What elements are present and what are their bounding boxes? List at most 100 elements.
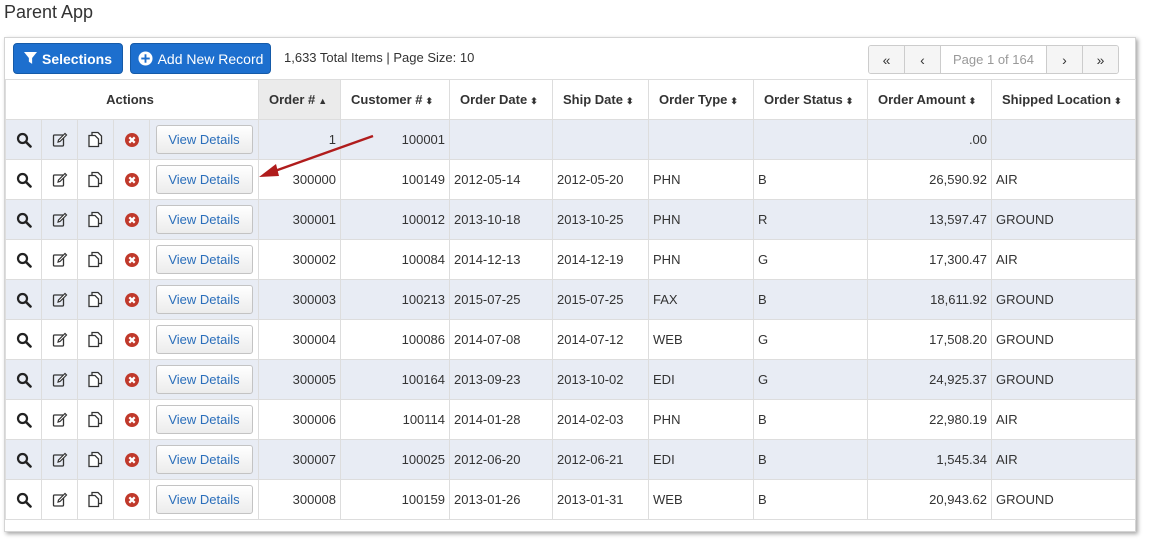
edit-icon[interactable] xyxy=(52,211,68,227)
view-details-button[interactable]: View Details xyxy=(155,325,253,354)
delete-action-cell[interactable] xyxy=(113,479,150,520)
view-details-button[interactable]: View Details xyxy=(155,205,253,234)
edit-icon[interactable] xyxy=(52,251,68,267)
copy-action-cell[interactable] xyxy=(77,239,114,280)
copy-icon[interactable] xyxy=(87,371,104,388)
copy-action-cell[interactable] xyxy=(77,319,114,360)
copy-action-cell[interactable] xyxy=(77,119,114,160)
column-header-customer-num[interactable]: Customer # ⬍ xyxy=(340,79,451,120)
delete-action-cell[interactable] xyxy=(113,279,150,320)
copy-action-cell[interactable] xyxy=(77,359,114,400)
edit-action-cell[interactable] xyxy=(41,439,78,480)
table-row[interactable]: View Details 300006 100114 2014-01-28 2014-0… xyxy=(5,399,1137,440)
column-header-order-status[interactable]: Order Status ⬍ xyxy=(753,79,869,120)
delete-icon[interactable] xyxy=(124,291,140,307)
search-icon[interactable] xyxy=(16,131,32,148)
delete-action-cell[interactable] xyxy=(113,239,150,280)
copy-icon[interactable] xyxy=(87,291,104,308)
delete-action-cell[interactable] xyxy=(113,119,150,160)
view-details-button[interactable]: View Details xyxy=(155,245,253,274)
search-icon[interactable] xyxy=(16,411,32,428)
table-row[interactable]: View Details 300003 100213 2015-07-25 2015-0… xyxy=(5,279,1137,320)
column-header-ship-date[interactable]: Ship Date ⬍ xyxy=(552,79,650,120)
search-action-cell[interactable] xyxy=(5,119,42,160)
table-row[interactable]: View Details 300002 100084 2014-12-13 2014-1… xyxy=(5,239,1137,280)
delete-action-cell[interactable] xyxy=(113,199,150,240)
table-row[interactable]: View Details 300001 100012 2013-10-18 2013-1… xyxy=(5,199,1137,240)
search-action-cell[interactable] xyxy=(5,279,42,320)
delete-icon[interactable] xyxy=(124,131,140,147)
table-row[interactable]: View Details 1 100001 .00 xyxy=(5,119,1137,160)
edit-icon[interactable] xyxy=(52,491,68,507)
edit-icon[interactable] xyxy=(52,131,68,147)
copy-icon[interactable] xyxy=(87,331,104,348)
page-info[interactable]: Page 1 of 164 xyxy=(941,46,1047,73)
delete-action-cell[interactable] xyxy=(113,319,150,360)
view-details-button[interactable]: View Details xyxy=(155,285,253,314)
search-action-cell[interactable] xyxy=(5,399,42,440)
search-icon[interactable] xyxy=(16,171,32,188)
edit-action-cell[interactable] xyxy=(41,239,78,280)
edit-icon[interactable] xyxy=(52,171,68,187)
search-action-cell[interactable] xyxy=(5,359,42,400)
copy-action-cell[interactable] xyxy=(77,479,114,520)
copy-action-cell[interactable] xyxy=(77,439,114,480)
column-header-order-amount[interactable]: Order Amount ⬍ xyxy=(867,79,993,120)
table-row[interactable]: View Details 300004 100086 2014-07-08 2014-0… xyxy=(5,319,1137,360)
delete-action-cell[interactable] xyxy=(113,359,150,400)
copy-icon[interactable] xyxy=(87,491,104,508)
edit-icon[interactable] xyxy=(52,291,68,307)
delete-icon[interactable] xyxy=(124,331,140,347)
view-details-button[interactable]: View Details xyxy=(155,125,253,154)
table-row[interactable]: View Details 300005 100164 2013-09-23 2013-1… xyxy=(5,359,1137,400)
delete-icon[interactable] xyxy=(124,251,140,267)
delete-action-cell[interactable] xyxy=(113,439,150,480)
column-header-shipped-location[interactable]: Shipped Location ⬍ xyxy=(991,79,1137,120)
view-details-button[interactable]: View Details xyxy=(155,365,253,394)
copy-icon[interactable] xyxy=(87,451,104,468)
copy-icon[interactable] xyxy=(87,211,104,228)
copy-icon[interactable] xyxy=(87,131,104,148)
edit-action-cell[interactable] xyxy=(41,279,78,320)
delete-icon[interactable] xyxy=(124,211,140,227)
edit-action-cell[interactable] xyxy=(41,199,78,240)
delete-icon[interactable] xyxy=(124,491,140,507)
delete-action-cell[interactable] xyxy=(113,159,150,200)
delete-action-cell[interactable] xyxy=(113,399,150,440)
delete-icon[interactable] xyxy=(124,451,140,467)
copy-action-cell[interactable] xyxy=(77,279,114,320)
view-details-button[interactable]: View Details xyxy=(155,165,253,194)
edit-action-cell[interactable] xyxy=(41,159,78,200)
search-action-cell[interactable] xyxy=(5,159,42,200)
last-page-button[interactable]: » xyxy=(1083,46,1118,73)
search-action-cell[interactable] xyxy=(5,199,42,240)
delete-icon[interactable] xyxy=(124,371,140,387)
edit-action-cell[interactable] xyxy=(41,479,78,520)
view-details-button[interactable]: View Details xyxy=(155,445,253,474)
search-action-cell[interactable] xyxy=(5,239,42,280)
prev-page-button[interactable]: ‹ xyxy=(905,46,941,73)
search-icon[interactable] xyxy=(16,491,32,508)
edit-icon[interactable] xyxy=(52,331,68,347)
search-action-cell[interactable] xyxy=(5,319,42,360)
table-row[interactable]: View Details 300000 100149 2012-05-14 2012-0… xyxy=(5,159,1137,200)
column-header-order-date[interactable]: Order Date ⬍ xyxy=(449,79,554,120)
table-row[interactable]: View Details 300007 100025 2012-06-20 2012-0… xyxy=(5,439,1137,480)
table-row[interactable]: View Details 300008 100159 2013-01-26 2013-0… xyxy=(5,479,1137,520)
search-icon[interactable] xyxy=(16,331,32,348)
edit-action-cell[interactable] xyxy=(41,359,78,400)
edit-action-cell[interactable] xyxy=(41,319,78,360)
add-new-record-button[interactable]: Add New Record xyxy=(130,43,271,74)
search-action-cell[interactable] xyxy=(5,439,42,480)
copy-action-cell[interactable] xyxy=(77,399,114,440)
search-icon[interactable] xyxy=(16,291,32,308)
copy-icon[interactable] xyxy=(87,171,104,188)
copy-icon[interactable] xyxy=(87,251,104,268)
search-icon[interactable] xyxy=(16,251,32,268)
column-header-order-type[interactable]: Order Type ⬍ xyxy=(648,79,755,120)
edit-icon[interactable] xyxy=(52,451,68,467)
delete-icon[interactable] xyxy=(124,411,140,427)
edit-action-cell[interactable] xyxy=(41,119,78,160)
search-icon[interactable] xyxy=(16,451,32,468)
delete-icon[interactable] xyxy=(124,171,140,187)
